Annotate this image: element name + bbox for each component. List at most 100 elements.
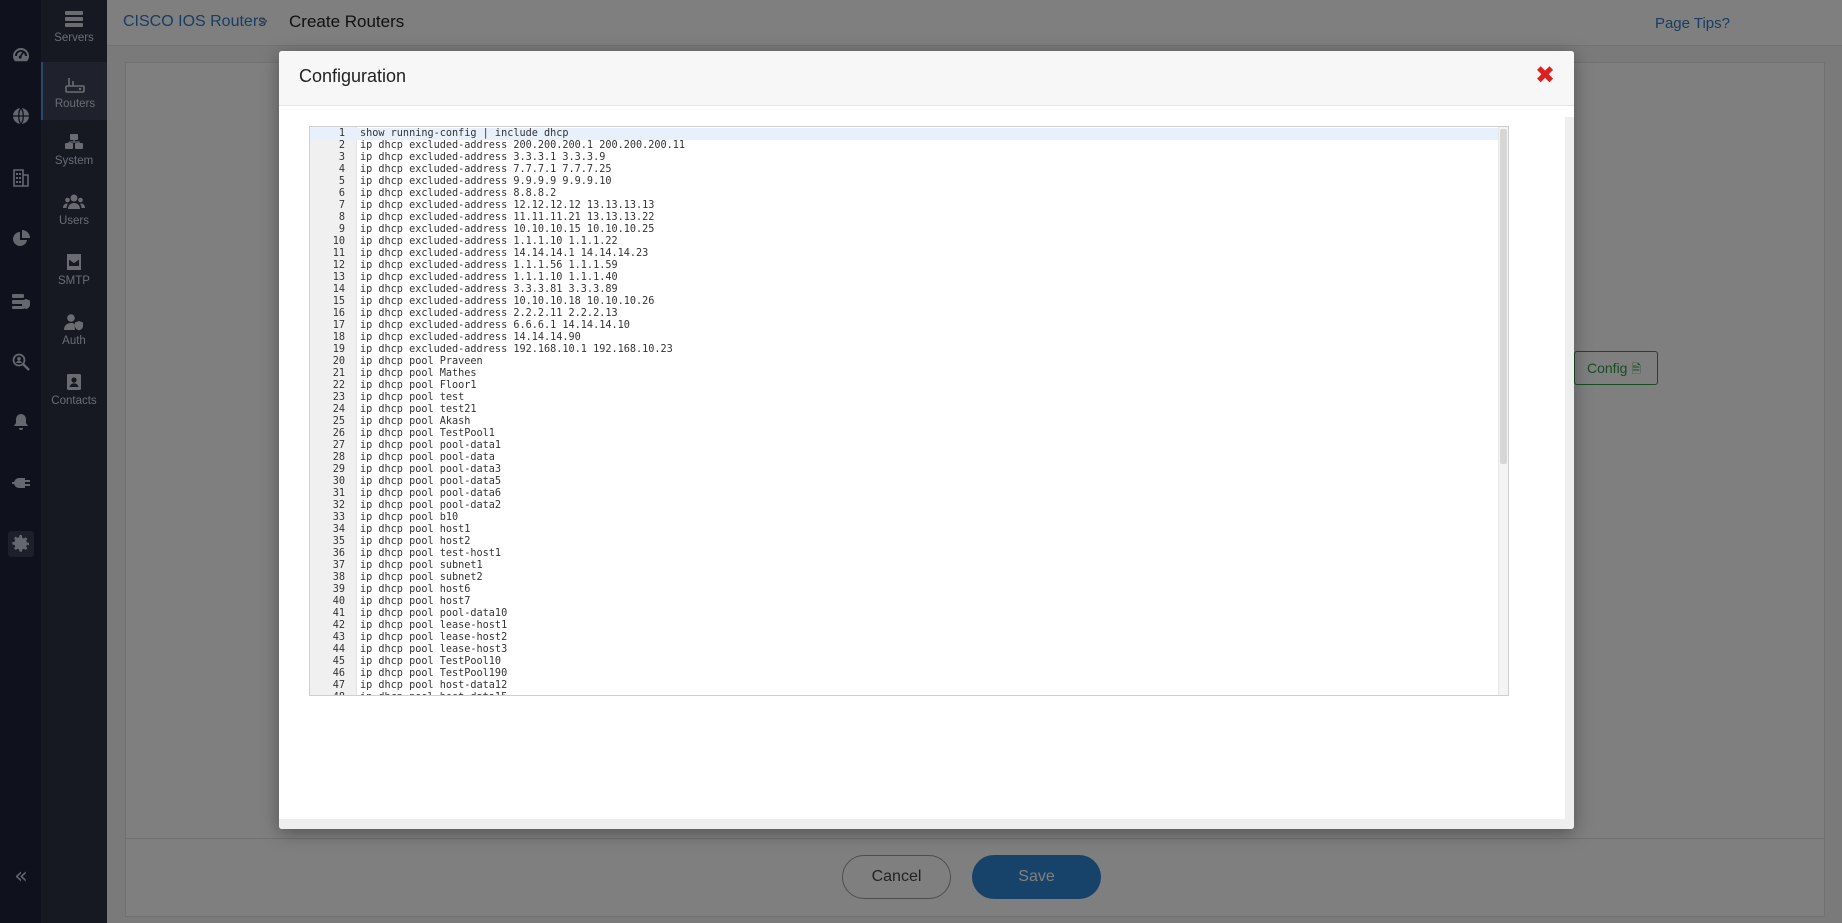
editor-line: 12 ip dhcp excluded-address 1.1.1.56 1.1.… xyxy=(310,260,1498,272)
line-number: 33 xyxy=(332,512,345,523)
line-text: ip dhcp excluded-address 200.200.200.1 2… xyxy=(360,140,686,151)
line-text: ip dhcp pool Praveen xyxy=(360,356,483,367)
editor-line: 16 ip dhcp excluded-address 2.2.2.11 2.2.… xyxy=(310,308,1498,320)
line-number: 45 xyxy=(332,656,345,667)
line-text: ip dhcp pool lease-host1 xyxy=(360,620,508,631)
line-number: 44 xyxy=(332,644,345,655)
editor-line: 21 ip dhcp pool Mathes xyxy=(310,368,1498,380)
line-text: ip dhcp pool pool-data6 xyxy=(360,488,502,499)
line-number: 7 xyxy=(338,200,345,211)
config-editor[interactable]: 1 show running-config | include dhcp 2 ip d… xyxy=(309,126,1509,696)
editor-line: 27 ip dhcp pool pool-data1 xyxy=(310,440,1498,452)
line-text: ip dhcp excluded-address 1.1.1.56 1.1.1.… xyxy=(360,260,618,271)
editor-scrollbar-thumb[interactable] xyxy=(1500,129,1507,464)
line-number: 30 xyxy=(332,476,345,487)
line-number: 48 xyxy=(310,692,345,695)
line-number: 27 xyxy=(332,440,345,451)
line-number: 8 xyxy=(338,212,345,223)
editor-scrollbar[interactable] xyxy=(1498,127,1508,695)
line-number: 29 xyxy=(332,464,345,475)
editor-line: 9 ip dhcp excluded-address 10.10.10.15 10… xyxy=(310,224,1498,236)
editor-line: 34 ip dhcp pool host1 xyxy=(310,524,1498,536)
line-number: 1 xyxy=(338,128,345,139)
line-number: 39 xyxy=(332,584,345,595)
editor-line: 6 ip dhcp excluded-address 8.8.8.2 xyxy=(310,188,1498,200)
line-text: ip dhcp excluded-address 2.2.2.11 2.2.2.… xyxy=(360,308,618,319)
line-number: 15 xyxy=(332,296,345,307)
line-number: 38 xyxy=(332,572,345,583)
line-number: 46 xyxy=(332,668,345,679)
line-text: ip dhcp excluded-address 10.10.10.18 10.… xyxy=(360,296,655,307)
line-text: ip dhcp pool pool-data1 xyxy=(360,440,502,451)
line-number: 16 xyxy=(332,308,345,319)
editor-line: 8 ip dhcp excluded-address 11.11.11.21 13… xyxy=(310,212,1498,224)
close-icon[interactable]: ✖ xyxy=(1532,62,1558,88)
line-number: 24 xyxy=(332,404,345,415)
editor-line: 33 ip dhcp pool b10 xyxy=(310,512,1498,524)
modal-header: Configuration ✖ xyxy=(279,51,1574,106)
editor-line: 46 ip dhcp pool TestPool190 xyxy=(310,668,1498,680)
line-text: ip dhcp pool TestPool190 xyxy=(360,668,508,679)
editor-line: 31 ip dhcp pool pool-data6 xyxy=(310,488,1498,500)
editor-line: 23 ip dhcp pool test xyxy=(310,392,1498,404)
line-text: ip dhcp pool subnet1 xyxy=(360,560,483,571)
line-number: 18 xyxy=(332,332,345,343)
editor-line: 48 ip dhcp pool host-data15 xyxy=(310,692,1498,695)
editor-line: 38 ip dhcp pool subnet2 xyxy=(310,572,1498,584)
line-text: ip dhcp pool TestPool1 xyxy=(360,428,495,439)
line-text: ip dhcp excluded-address 8.8.8.2 xyxy=(360,188,557,199)
editor-line: 39 ip dhcp pool host6 xyxy=(310,584,1498,596)
editor-line: 3 ip dhcp excluded-address 3.3.3.1 3.3.3.… xyxy=(310,152,1498,164)
line-text: ip dhcp pool pool-data xyxy=(360,452,495,463)
editor-line: 47 ip dhcp pool host-data12 xyxy=(310,680,1498,692)
line-number: 20 xyxy=(332,356,345,367)
modal-horizontal-scrollbar[interactable] xyxy=(279,819,1574,829)
editor-line: 35 ip dhcp pool host2 xyxy=(310,536,1498,548)
editor-line: 15 ip dhcp excluded-address 10.10.10.18 1… xyxy=(310,296,1498,308)
line-text: ip dhcp pool host7 xyxy=(360,596,471,607)
line-text: ip dhcp excluded-address 6.6.6.1 14.14.1… xyxy=(360,320,630,331)
line-text: ip dhcp pool host1 xyxy=(360,524,471,535)
line-number: 10 xyxy=(332,236,345,247)
line-number: 35 xyxy=(332,536,345,547)
line-number: 4 xyxy=(338,164,345,175)
editor-line: 19 ip dhcp excluded-address 192.168.10.1 … xyxy=(310,344,1498,356)
line-text: ip dhcp excluded-address 7.7.7.1 7.7.7.2… xyxy=(360,164,612,175)
editor-line: 37 ip dhcp pool subnet1 xyxy=(310,560,1498,572)
line-number: 40 xyxy=(332,596,345,607)
editor-line: 44 ip dhcp pool lease-host3 xyxy=(310,644,1498,656)
line-number: 23 xyxy=(332,392,345,403)
editor-line: 5 ip dhcp excluded-address 9.9.9.9 9.9.9.… xyxy=(310,176,1498,188)
editor-line: 17 ip dhcp excluded-address 6.6.6.1 14.14… xyxy=(310,320,1498,332)
line-text: ip dhcp pool test-host1 xyxy=(360,548,502,559)
editor-line: 11 ip dhcp excluded-address 14.14.14.1 14… xyxy=(310,248,1498,260)
line-text: ip dhcp pool host2 xyxy=(360,536,471,547)
editor-line: 13 ip dhcp excluded-address 1.1.1.10 1.1.… xyxy=(310,272,1498,284)
line-text: ip dhcp pool test21 xyxy=(360,404,477,415)
editor-line: 32 ip dhcp pool pool-data2 xyxy=(310,500,1498,512)
line-text: ip dhcp pool test xyxy=(360,392,465,403)
line-text: ip dhcp excluded-address 14.14.14.90 xyxy=(360,332,581,343)
editor-line: 28 ip dhcp pool pool-data xyxy=(310,452,1498,464)
line-text: ip dhcp excluded-address 3.3.3.81 3.3.3.… xyxy=(360,284,618,295)
line-number: 36 xyxy=(332,548,345,559)
line-number: 25 xyxy=(332,416,345,427)
modal-scrollbar[interactable] xyxy=(1565,117,1574,819)
editor-line: 40 ip dhcp pool host7 xyxy=(310,596,1498,608)
editor-line: 14 ip dhcp excluded-address 3.3.3.81 3.3.… xyxy=(310,284,1498,296)
line-text: show running-config | include dhcp xyxy=(360,128,569,139)
line-text: ip dhcp pool Akash xyxy=(360,416,471,427)
line-number: 28 xyxy=(332,452,345,463)
line-text: ip dhcp pool lease-host2 xyxy=(360,632,508,643)
line-text: ip dhcp excluded-address 3.3.3.1 3.3.3.9 xyxy=(360,152,606,163)
line-text: ip dhcp excluded-address 1.1.1.10 1.1.1.… xyxy=(360,236,618,247)
editor-line: 45 ip dhcp pool TestPool10 xyxy=(310,656,1498,668)
line-number: 6 xyxy=(338,188,345,199)
line-text: ip dhcp excluded-address 9.9.9.9 9.9.9.1… xyxy=(360,176,612,187)
line-text: ip dhcp pool b10 xyxy=(360,512,459,523)
line-number: 2 xyxy=(338,140,345,151)
line-number: 32 xyxy=(332,500,345,511)
line-number: 12 xyxy=(332,260,345,271)
line-text: ip dhcp pool pool-data10 xyxy=(360,608,508,619)
modal-title: Configuration xyxy=(299,66,407,86)
